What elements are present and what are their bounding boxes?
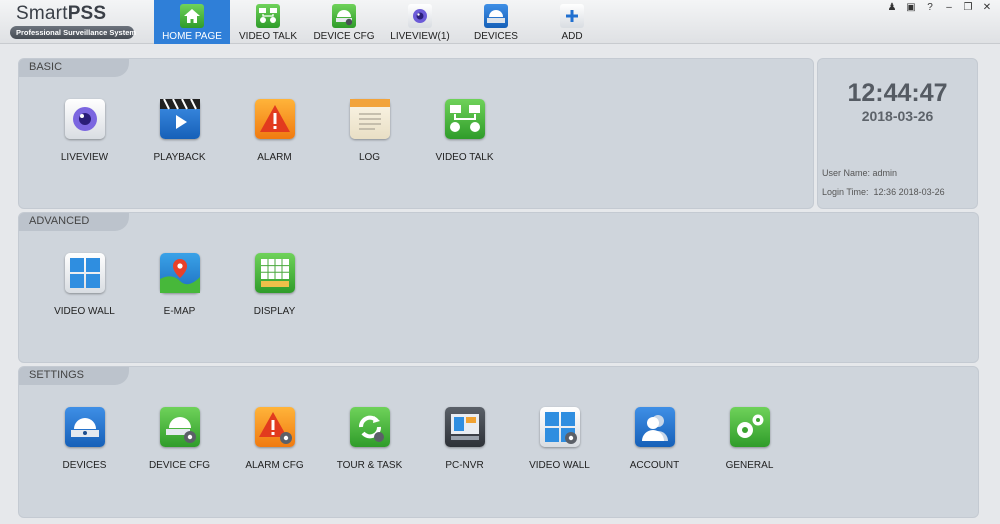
user-icon[interactable]: ♟: [887, 2, 897, 13]
devices-icon: [484, 4, 508, 28]
settings-alarm-cfg[interactable]: ALARM CFG: [227, 407, 322, 471]
settings-icons: DEVICES DEVICE CFG ALARM CFG TOUR & TASK…: [37, 407, 797, 471]
basic-video-talk[interactable]: VIDEO TALK: [417, 99, 512, 163]
basic-alarm[interactable]: ALARM: [227, 99, 322, 163]
basic-panel-title: BASIC: [19, 59, 129, 77]
window-controls: ♟ ▣ ? – ❐ ✕: [887, 2, 992, 13]
user-name-info: User Name: admin: [822, 168, 898, 178]
playback-icon: [159, 98, 200, 139]
tab-device-cfg[interactable]: DEVICE CFG: [306, 0, 382, 44]
app-logo: SmartPSS Professional Surveillance Syste…: [10, 4, 138, 39]
settings-tour-task[interactable]: TOUR & TASK: [322, 407, 417, 471]
video-wall-icon: [64, 253, 105, 293]
log-icon: [349, 99, 390, 139]
tab-devices[interactable]: DEVICES: [458, 0, 534, 44]
logo-subtitle: Professional Surveillance System: [10, 26, 136, 39]
settings-panel: SETTINGS DEVICES DEVICE CFG ALARM CFG TO…: [18, 366, 979, 518]
clock-panel: 12:44:47 2018-03-26 User Name: admin Log…: [817, 58, 978, 209]
pc-nvr-icon: [444, 407, 485, 447]
basic-panel: BASIC LIVEVIEW PLAYBACK ALARM LOG VIDEO …: [18, 58, 814, 209]
alarm-icon: [254, 99, 295, 139]
settings-panel-title: SETTINGS: [19, 367, 129, 385]
restore-icon[interactable]: ❐: [963, 2, 973, 13]
settings-pc-nvr[interactable]: PC-NVR: [417, 407, 512, 471]
clock-date: 2018-03-26: [861, 108, 934, 124]
settings-video-wall[interactable]: VIDEO WALL: [512, 407, 607, 471]
settings-account[interactable]: ACCOUNT: [607, 407, 702, 471]
advanced-video-wall[interactable]: VIDEO WALL: [37, 253, 132, 317]
help-icon[interactable]: ?: [925, 2, 935, 13]
tab-liveview[interactable]: LIVEVIEW(1): [382, 0, 458, 44]
minimize-icon[interactable]: –: [944, 2, 954, 13]
clock-time: 12:44:47: [847, 79, 948, 107]
alarm-cfg-icon: [254, 407, 295, 447]
device-cfg-icon: [332, 4, 356, 28]
video-talk-icon: [256, 4, 280, 28]
basic-playback[interactable]: PLAYBACK: [132, 98, 227, 163]
lock-icon[interactable]: ▣: [906, 2, 916, 13]
basic-liveview[interactable]: LIVEVIEW: [37, 99, 132, 163]
video-wall-cfg-icon: [539, 407, 580, 447]
settings-device-cfg[interactable]: DEVICE CFG: [132, 407, 227, 471]
device-cfg-icon: [159, 407, 200, 447]
advanced-panel: ADVANCED VIDEO WALL E-MAP DISPLAY: [18, 212, 979, 363]
video-talk-icon: [444, 99, 485, 139]
close-icon[interactable]: ✕: [982, 2, 992, 13]
liveview-camera-icon: [64, 99, 105, 139]
top-bar: SmartPSS Professional Surveillance Syste…: [0, 0, 1000, 44]
advanced-icons: VIDEO WALL E-MAP DISPLAY: [37, 253, 322, 317]
login-time-info: Login Time: 12:36 2018-03-26: [822, 187, 945, 197]
advanced-display[interactable]: DISPLAY: [227, 253, 322, 317]
tour-task-icon: [349, 407, 390, 447]
general-icon: [729, 407, 770, 447]
basic-log[interactable]: LOG: [322, 99, 417, 163]
settings-devices[interactable]: DEVICES: [37, 407, 132, 471]
display-icon: [254, 253, 295, 293]
home-icon: [180, 4, 204, 28]
advanced-panel-title: ADVANCED: [19, 213, 129, 231]
account-icon: [634, 407, 675, 447]
logo-text-bold: PSS: [67, 3, 107, 24]
tab-home-page[interactable]: HOME PAGE: [154, 0, 230, 44]
basic-icons: LIVEVIEW PLAYBACK ALARM LOG VIDEO TALK: [37, 98, 512, 163]
logo-text: Smart: [16, 3, 68, 24]
devices-icon: [64, 407, 105, 447]
liveview-icon: [408, 4, 432, 28]
add-icon: [560, 4, 584, 28]
advanced-emap[interactable]: E-MAP: [132, 253, 227, 317]
tab-video-talk[interactable]: VIDEO TALK: [230, 0, 306, 44]
tab-add[interactable]: ADD: [534, 0, 610, 44]
main-tabs: HOME PAGE VIDEO TALK DEVICE CFG LIVEVIEW…: [154, 0, 610, 44]
settings-general[interactable]: GENERAL: [702, 407, 797, 471]
emap-icon: [159, 253, 200, 293]
